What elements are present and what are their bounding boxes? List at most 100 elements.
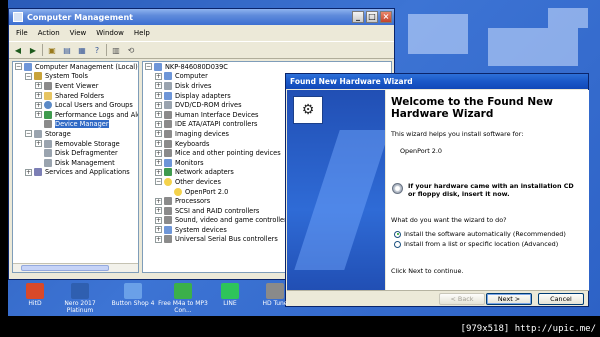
expand-icon[interactable]: + <box>155 235 162 243</box>
tree-item[interactable]: − NKP-846080D039C <box>143 62 391 72</box>
expand-icon[interactable]: + <box>155 197 162 205</box>
expand-icon[interactable]: + <box>155 130 162 138</box>
menu-view[interactable]: View <box>65 29 92 37</box>
tree-item-label: Computer <box>175 72 208 81</box>
expand-icon[interactable]: + <box>35 111 42 119</box>
wizard-question: What do you want the wizard to do? <box>391 216 507 224</box>
back-arrow-icon[interactable]: ◀ <box>12 44 24 56</box>
up-folder-icon[interactable]: ▣ <box>46 44 58 56</box>
expand-icon[interactable]: + <box>155 101 162 109</box>
device-name: OpenPort 2.0 <box>400 147 442 155</box>
expand-icon[interactable]: + <box>35 82 42 90</box>
cm-title-bar[interactable]: Computer Management _ □ × <box>9 9 394 25</box>
desktop-shortcut[interactable]: LINE <box>205 283 255 307</box>
menu-file[interactable]: File <box>11 29 33 37</box>
desktop-shortcut[interactable]: Free M4a to MP3 Con... <box>158 283 208 314</box>
menu-action[interactable]: Action <box>33 29 65 37</box>
desktop-shortcut[interactable]: Nero 2017 Platinum <box>55 283 105 314</box>
menu-window[interactable]: Window <box>91 29 129 37</box>
back-button[interactable]: < Back <box>439 293 485 305</box>
tree-item-label: System devices <box>175 225 227 234</box>
option-install-automatically[interactable]: Install the software automatically (Reco… <box>394 230 566 238</box>
collapse-icon[interactable]: − <box>15 63 22 71</box>
minimize-button[interactable]: _ <box>352 11 364 23</box>
tree-item[interactable]: Device Manager <box>13 120 138 130</box>
tree-item-label: Disk drives <box>175 81 212 90</box>
comp-icon <box>164 225 172 234</box>
expand-icon[interactable]: + <box>155 226 162 234</box>
tree-item[interactable]: + Removable Storage <box>13 139 138 149</box>
tree-item[interactable]: + Event Viewer <box>13 81 138 91</box>
option2-label: Install from a list or specific location… <box>404 240 559 248</box>
tree-item[interactable]: − Computer Management (Local) <box>13 62 138 72</box>
expand-icon[interactable]: + <box>25 168 32 176</box>
console-tree: − Computer Management (Local) − System Tool… <box>13 62 138 177</box>
tree-item-label: Keyboards <box>175 139 210 148</box>
tree-item[interactable]: + Services and Applications <box>13 168 138 178</box>
perf-icon <box>164 168 172 177</box>
expand-icon[interactable]: + <box>155 82 162 90</box>
expand-icon[interactable]: + <box>35 101 42 109</box>
tree-item[interactable]: + Performance Logs and Alerts <box>13 110 138 120</box>
tree-item-label: IDE ATA/ATAPI controllers <box>175 120 258 129</box>
tree-item[interactable]: + Local Users and Groups <box>13 100 138 110</box>
expand-icon[interactable]: + <box>35 140 42 148</box>
expand-icon[interactable]: + <box>155 72 162 80</box>
maximize-button[interactable]: □ <box>366 11 378 23</box>
wizard-title-bar[interactable]: Found New Hardware Wizard <box>286 74 588 89</box>
properties-icon[interactable]: ▦ <box>76 44 88 56</box>
collapse-icon[interactable]: − <box>145 63 152 71</box>
forward-arrow-icon[interactable]: ▶ <box>27 44 39 56</box>
desktop-shortcut[interactable]: Button Shop 4 <box>108 283 158 307</box>
scrollbar-thumb[interactable] <box>21 265 109 271</box>
scan-hardware-icon[interactable]: ⟲ <box>125 44 137 56</box>
radio-selected[interactable] <box>394 230 401 238</box>
wizard-intro: This wizard helps you install software f… <box>391 130 524 138</box>
option-install-from-list[interactable]: Install from a list or specific location… <box>394 240 558 248</box>
radio-unselected[interactable] <box>394 240 401 248</box>
tree-item-label: Universal Serial Bus controllers <box>175 235 278 244</box>
disk-icon <box>34 129 42 138</box>
tree-item-label: Performance Logs and Alerts <box>55 110 138 119</box>
desktop-shortcut[interactable]: HD Tune <box>250 283 300 307</box>
expand-icon[interactable]: + <box>155 216 162 224</box>
expand-icon[interactable]: + <box>155 168 162 176</box>
tree-item[interactable]: − System Tools <box>13 72 138 82</box>
warn-icon <box>164 177 172 186</box>
desktop-shortcut[interactable]: HitD <box>10 283 60 307</box>
horizontal-scrollbar[interactable] <box>13 263 138 272</box>
option1-label: Install the software automatically (Reco… <box>404 230 566 238</box>
tree-item[interactable]: Disk Management <box>13 158 138 168</box>
shortcut-icon <box>174 283 192 299</box>
collapse-icon[interactable]: − <box>25 130 32 138</box>
help-icon[interactable]: ? <box>91 44 103 56</box>
hardware-wizard-icon: ⚙ <box>293 96 323 124</box>
expand-icon[interactable]: + <box>155 111 162 119</box>
tree-item-label: Services and Applications <box>45 168 130 177</box>
expand-icon[interactable]: + <box>155 140 162 148</box>
tree-item[interactable]: − Storage <box>13 129 138 139</box>
cancel-button[interactable]: Cancel <box>538 293 584 305</box>
tree-item-label: Disk Management <box>55 158 115 167</box>
wizard-button-bar: < Back Next > Cancel <box>287 290 589 307</box>
toolbar-separator <box>106 44 107 56</box>
collapse-icon[interactable]: − <box>25 72 32 80</box>
expand-icon[interactable]: + <box>155 149 162 157</box>
close-button[interactable]: × <box>380 11 392 23</box>
desktop-decoration <box>548 8 588 28</box>
print-icon[interactable]: ▥ <box>110 44 122 56</box>
expand-icon[interactable]: + <box>155 92 162 100</box>
shortcut-icon <box>71 283 89 299</box>
expand-icon[interactable]: + <box>155 120 162 128</box>
next-button[interactable]: Next > <box>486 293 532 305</box>
tree-item[interactable]: Disk Defragmenter <box>13 148 138 158</box>
shortcut-label: LINE <box>223 300 237 307</box>
tree-item-label: Human Interface Devices <box>175 110 259 119</box>
menu-help[interactable]: Help <box>129 29 155 37</box>
show-hide-tree-icon[interactable]: ▤ <box>61 44 73 56</box>
tree-item[interactable]: + Shared Folders <box>13 91 138 101</box>
expand-icon[interactable]: + <box>155 159 162 167</box>
expand-icon[interactable]: + <box>155 207 162 215</box>
collapse-icon[interactable]: − <box>155 178 162 186</box>
expand-icon[interactable]: + <box>35 92 42 100</box>
